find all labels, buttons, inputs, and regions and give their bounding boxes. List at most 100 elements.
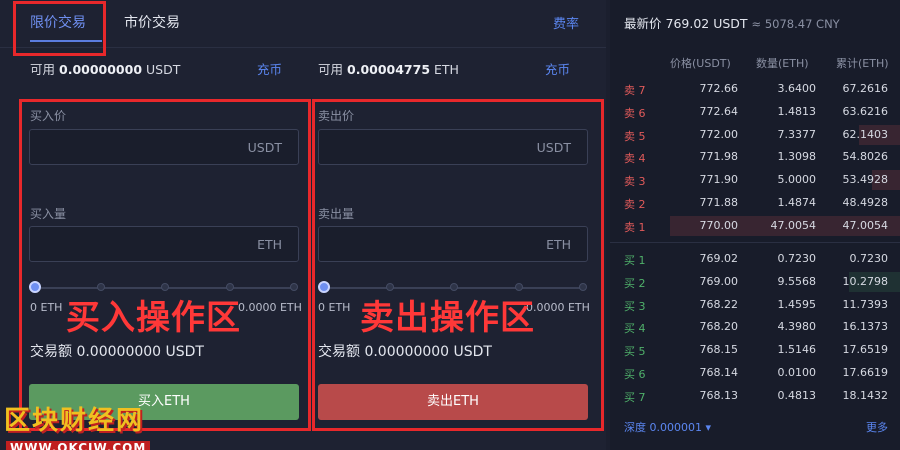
col-cum-header: 累计(ETH): [836, 57, 889, 70]
cell-qty: 1.3098: [777, 150, 817, 164]
cell-qty: 1.4595: [777, 297, 817, 311]
cell-price: 769.02: [699, 252, 739, 265]
cell-cum: 47.0054: [842, 218, 889, 232]
buy-qty-input[interactable]: ETH: [29, 226, 299, 262]
cell-qty: 1.5146: [777, 343, 817, 357]
cell-cum: 67.2616: [842, 82, 889, 95]
cell-side: 买 5: [624, 345, 646, 359]
cell-side: 卖 6: [624, 106, 646, 120]
cell-price: 768.13: [699, 388, 739, 402]
bid-row[interactable]: 买 6 768.14 0.0100 17.6619: [610, 362, 900, 384]
sell-eth-button[interactable]: 卖出ETH: [318, 384, 588, 420]
bid-row[interactable]: 买 2 769.00 9.5568 10.2798: [610, 271, 900, 293]
buy-qty-unit: ETH: [257, 237, 282, 252]
sell-price-input[interactable]: USDT: [318, 129, 588, 165]
buy-area-annotation: 买入操作区: [66, 298, 241, 338]
cell-side: 卖 1: [624, 220, 646, 234]
cell-qty: 4.3980: [777, 320, 817, 334]
sell-qty-unit: ETH: [546, 237, 571, 252]
cell-side: 买 1: [624, 254, 646, 267]
cell-cum: 16.1373: [842, 320, 889, 334]
bid-row[interactable]: 买 3 768.22 1.4595 11.7393: [610, 294, 900, 316]
sell-slider-max: 0.0000 ETH: [526, 301, 590, 314]
buy-available-value: 0.00000000: [59, 62, 143, 77]
buy-qty-label: 买入量: [30, 207, 67, 221]
cell-price: 768.20: [699, 320, 739, 334]
sell-slider-min: 0 ETH: [318, 301, 351, 314]
buy-available: 可用 0.00000000 USDT: [30, 62, 181, 77]
watermark-url: WWW.QKCJW.COM: [6, 441, 151, 450]
cell-side: 买 4: [624, 322, 646, 336]
ask-row[interactable]: 卖 3 771.90 5.0000 53.4928: [610, 169, 900, 191]
ask-row[interactable]: 卖 5 772.00 7.3377 62.1403: [610, 124, 900, 146]
watermark-title: 区块财经网: [4, 406, 145, 436]
cell-qty: 1.4874: [777, 196, 817, 209]
cell-cum: 10.2798: [842, 274, 889, 288]
latest-price-value: 769.02 USDT: [665, 16, 748, 31]
cell-side: 卖 2: [624, 198, 646, 211]
buy-price-unit: USDT: [247, 140, 282, 155]
buy-recharge-link[interactable]: 充币: [257, 59, 282, 78]
buy-trade-amount-value: 0.00000000 USDT: [76, 344, 204, 360]
cell-qty: 1.4813: [777, 104, 817, 118]
buy-slider-handle[interactable]: [29, 281, 41, 293]
bid-row[interactable]: 买 1 769.02 0.7230 0.7230: [610, 248, 900, 270]
cell-price: 768.14: [699, 366, 739, 379]
cell-cum: 53.4928: [842, 173, 889, 187]
buy-trade-amount: 交易额 0.00000000 USDT: [30, 344, 204, 360]
cell-side: 买 3: [624, 299, 646, 313]
sell-available-value: 0.00004775: [347, 62, 431, 77]
bid-row[interactable]: 买 4 768.20 4.3980 16.1373: [610, 316, 900, 338]
sell-price-label: 卖出价: [318, 109, 355, 123]
sell-price-unit: USDT: [536, 140, 571, 155]
cell-side: 买 6: [624, 368, 646, 381]
ask-row[interactable]: 卖 7 772.66 3.6400 67.2616: [610, 78, 900, 100]
cell-side: 买 2: [624, 276, 646, 290]
cell-cum: 18.1432: [842, 388, 889, 402]
sell-trade-amount-value: 0.00000000 USDT: [364, 344, 492, 360]
cell-price: 771.88: [699, 196, 739, 209]
ask-row[interactable]: 卖 6 772.64 1.4813 63.6216: [610, 101, 900, 123]
depth-selector[interactable]: 深度 0.000001 ▾: [624, 419, 711, 435]
site-watermark: 区块财经网 WWW.QKCJW.COM: [4, 400, 151, 450]
cell-price: 771.98: [699, 150, 739, 164]
ask-row[interactable]: 卖 4 771.98 1.3098 54.8026: [610, 146, 900, 168]
cell-cum: 0.7230: [849, 252, 889, 265]
bid-row[interactable]: 买 5 768.15 1.5146 17.6519: [610, 339, 900, 361]
cell-price: 770.00: [699, 218, 739, 232]
annotation-box-limit-tab: [13, 1, 106, 56]
sell-slider-handle[interactable]: [318, 281, 330, 293]
cell-cum: 17.6619: [842, 366, 889, 379]
cell-price: 772.00: [699, 127, 739, 141]
cell-cum: 62.1403: [842, 127, 889, 141]
sell-slider-tick-100[interactable]: [579, 283, 587, 291]
cell-price: 771.90: [699, 173, 739, 187]
cell-qty: 7.3377: [777, 127, 817, 141]
buy-price-label: 买入价: [30, 109, 67, 123]
sell-qty-input[interactable]: ETH: [318, 226, 588, 262]
ask-row[interactable]: 卖 2 771.88 1.4874 48.4928: [610, 192, 900, 214]
buy-slider-max: 0.0000 ETH: [238, 301, 302, 314]
cell-price: 772.64: [699, 104, 739, 118]
fee-rate-link[interactable]: 费率: [553, 13, 579, 32]
more-link[interactable]: 更多: [866, 419, 888, 435]
bid-row[interactable]: 买 7 768.13 0.4813 18.1432: [610, 385, 900, 407]
cell-side: 卖 7: [624, 84, 646, 97]
cell-cum: 11.7393: [842, 297, 889, 311]
cell-cum: 63.6216: [842, 104, 889, 118]
cell-side: 买 7: [624, 390, 646, 404]
buy-slider-tick-100[interactable]: [290, 283, 298, 291]
sell-qty-label: 卖出量: [318, 207, 355, 221]
trade-panel: 限价交易 市价交易 费率 可用 0.00000000 USDT 充币 买入价 U…: [0, 0, 606, 450]
order-book: 最新价 769.02 USDT ≈ 5078.47 CNY 价格(USDT) 数…: [610, 0, 900, 450]
cell-side: 卖 4: [624, 152, 646, 166]
latest-price-cny: ≈ 5078.47 CNY: [751, 17, 840, 31]
sell-recharge-link[interactable]: 充币: [545, 59, 570, 78]
cell-price: 768.15: [699, 343, 739, 357]
tab-market-order[interactable]: 市价交易: [124, 12, 180, 32]
buy-price-input[interactable]: USDT: [29, 129, 299, 165]
ask-row[interactable]: 卖 1 770.00 47.0054 47.0054: [610, 215, 900, 237]
cell-side: 卖 5: [624, 129, 646, 143]
col-qty-header: 数量(ETH): [756, 57, 809, 70]
cell-price: 772.66: [699, 82, 739, 95]
